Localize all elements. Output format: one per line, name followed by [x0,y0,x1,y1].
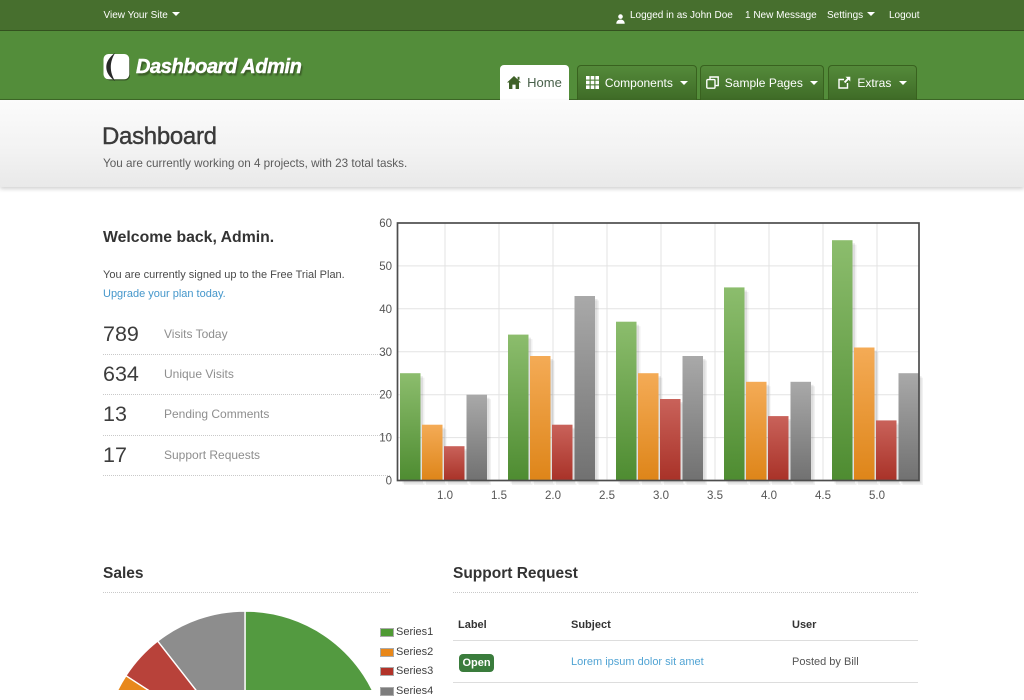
svg-text:40: 40 [379,304,392,316]
svg-text:4.0: 4.0 [761,490,777,502]
svg-text:60: 60 [379,218,392,230]
svg-text:3.5: 3.5 [707,490,723,502]
svg-text:0: 0 [386,476,392,488]
svg-text:2.0: 2.0 [545,490,561,502]
svg-text:20: 20 [379,390,392,402]
svg-text:30: 30 [379,347,392,359]
svg-text:1.5: 1.5 [491,490,507,502]
svg-text:1.0: 1.0 [437,490,453,502]
svg-text:10: 10 [379,433,392,445]
svg-text:5.0: 5.0 [869,490,885,502]
svg-text:4.5: 4.5 [815,490,831,502]
svg-text:50: 50 [379,261,392,273]
svg-text:2.5: 2.5 [599,490,615,502]
svg-text:3.0: 3.0 [653,490,669,502]
